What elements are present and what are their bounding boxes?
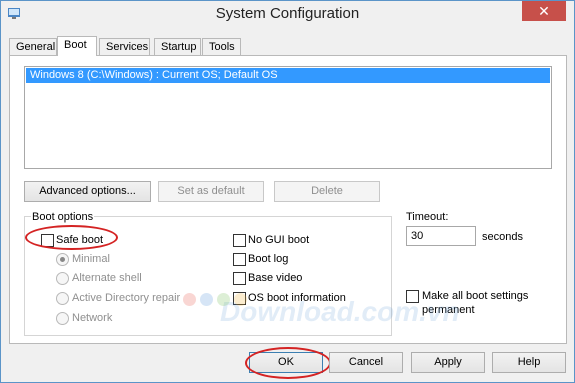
- tab-general[interactable]: General: [9, 38, 57, 56]
- tab-tools[interactable]: Tools: [202, 38, 241, 56]
- base-video-checkbox[interactable]: [233, 272, 246, 285]
- boot-options-label: Boot options: [31, 211, 95, 223]
- minimal-label: Minimal: [72, 253, 110, 265]
- boot-tab-panel: Windows 8 (C:\Windows) : Current OS; Def…: [9, 55, 567, 344]
- advanced-options-button[interactable]: Advanced options...: [24, 181, 151, 202]
- tab-boot[interactable]: Boot: [57, 36, 97, 56]
- boot-log-label: Boot log: [248, 253, 289, 265]
- timeout-unit-label: seconds: [482, 231, 523, 243]
- no-gui-boot-label: No GUI boot: [248, 234, 310, 246]
- network-label: Network: [72, 312, 113, 324]
- close-icon: ✕: [538, 3, 550, 19]
- alternate-shell-radio[interactable]: [56, 272, 69, 285]
- alternate-shell-label: Alternate shell: [72, 272, 142, 284]
- delete-button[interactable]: Delete: [274, 181, 380, 202]
- ok-highlight-oval: [245, 347, 331, 379]
- minimal-radio[interactable]: [56, 253, 69, 266]
- active-directory-repair-radio[interactable]: [56, 292, 69, 305]
- network-radio[interactable]: [56, 312, 69, 325]
- cancel-button[interactable]: Cancel: [329, 352, 403, 373]
- close-button[interactable]: ✕: [522, 1, 566, 21]
- window-title: System Configuration: [215, 5, 360, 22]
- timeout-label: Timeout:: [406, 211, 449, 223]
- no-gui-boot-checkbox[interactable]: [233, 234, 246, 247]
- timeout-input[interactable]: 30: [406, 226, 476, 246]
- os-boot-list[interactable]: Windows 8 (C:\Windows) : Current OS; Def…: [24, 66, 552, 169]
- watermark-dot-icon: [217, 293, 230, 306]
- watermark-dot-icon: [234, 293, 247, 306]
- tab-startup[interactable]: Startup: [154, 38, 201, 56]
- boot-log-checkbox[interactable]: [233, 253, 246, 266]
- help-button[interactable]: Help: [492, 352, 566, 373]
- safe-boot-highlight-oval: [25, 225, 118, 250]
- active-directory-repair-label: Active Directory repair: [72, 292, 181, 304]
- title-bar[interactable]: System Configuration ✕: [1, 1, 574, 27]
- base-video-label: Base video: [248, 272, 303, 284]
- system-configuration-window: System Configuration ✕ General Boot Serv…: [0, 0, 575, 383]
- apply-button[interactable]: Apply: [411, 352, 485, 373]
- watermark-dot-icon: [183, 293, 196, 306]
- watermark-dot-icon: [200, 293, 213, 306]
- os-boot-entry[interactable]: Windows 8 (C:\Windows) : Current OS; Def…: [26, 68, 550, 83]
- watermark-text: Download.com.vn: [220, 296, 460, 327]
- tab-services[interactable]: Services: [99, 38, 150, 56]
- set-as-default-button[interactable]: Set as default: [158, 181, 264, 202]
